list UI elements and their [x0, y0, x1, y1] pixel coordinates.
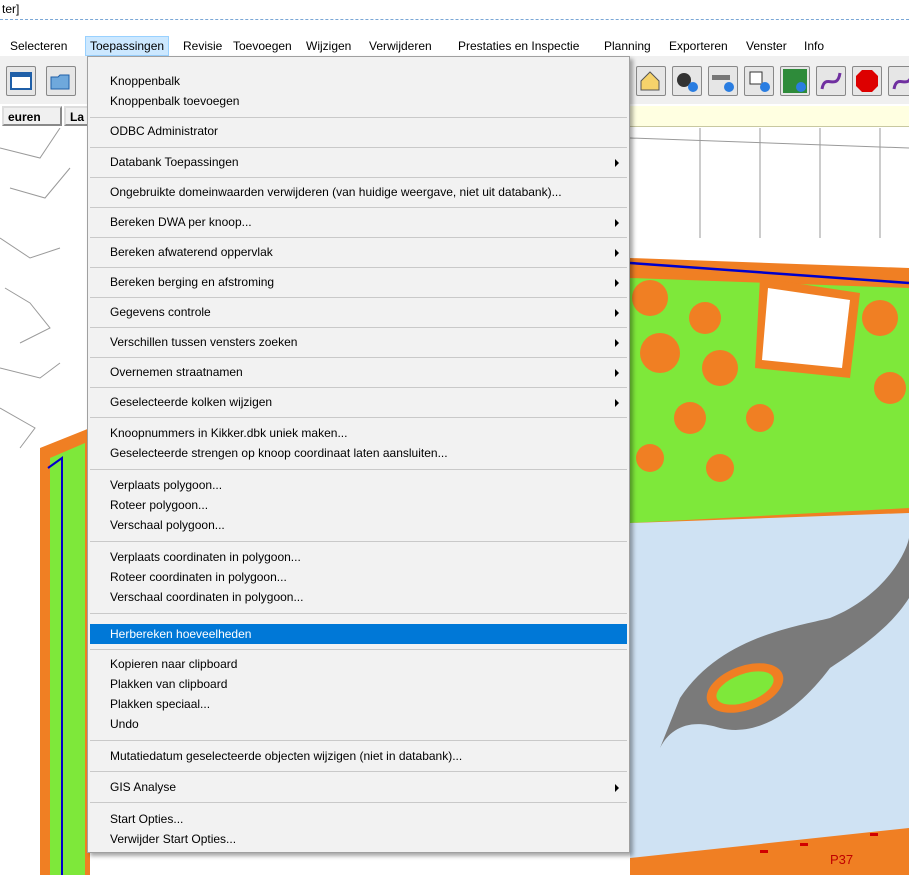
menu-item-verschaal-polygoon[interactable]: Verschaal polygoon... [90, 515, 627, 535]
title-bar: ter] [0, 0, 909, 20]
menu-separator [90, 541, 627, 542]
menu-separator [90, 417, 627, 418]
menu-item-knoppenbalk-toevoegen[interactable]: Knoppenbalk toevoegen [90, 91, 627, 111]
menu-item-knoopnummers-uniek[interactable]: Knoopnummers in Kikker.dbk uniek maken..… [90, 423, 627, 443]
open-folder-icon[interactable] [46, 66, 76, 96]
grid-info-icon[interactable] [744, 66, 774, 96]
submenu-arrow-icon [615, 369, 619, 377]
menu-separator [90, 771, 627, 772]
window-title: ter] [2, 2, 20, 16]
menu-separator [90, 177, 627, 178]
menu-wijzigen[interactable]: Wijzigen [302, 36, 355, 56]
menu-separator [90, 237, 627, 238]
menu-item-undo[interactable]: Undo [90, 714, 627, 734]
submenu-arrow-icon [615, 784, 619, 792]
menu-item-kopieren-clipboard[interactable]: Kopieren naar clipboard [90, 654, 627, 674]
menu-planning[interactable]: Planning [600, 36, 655, 56]
menu-separator [90, 267, 627, 268]
menu-selecteren[interactable]: Selecteren [6, 36, 71, 56]
menu-item-verwijder-start-opties[interactable]: Verwijder Start Opties... [90, 829, 627, 849]
house-info-icon[interactable] [636, 66, 666, 96]
window-icon[interactable] [6, 66, 36, 96]
submenu-arrow-icon [615, 309, 619, 317]
menu-item-verschaal-coordinaten[interactable]: Verschaal coordinaten in polygoon... [90, 587, 627, 607]
menu-item-knoppenbalk[interactable]: Knoppenbalk [90, 71, 627, 91]
menu-item-mutatiedatum[interactable]: Mutatiedatum geselecteerde objecten wijz… [90, 746, 627, 766]
menu-item-gegevens-controle[interactable]: Gegevens controle [90, 302, 627, 322]
menu-item-odbc-administrator[interactable]: ODBC Administrator [90, 121, 627, 141]
submenu-arrow-icon [615, 159, 619, 167]
menu-exporteren[interactable]: Exporteren [665, 36, 732, 56]
menu-item-herbereken-hoeveelheden[interactable]: Herbereken hoeveelheden [90, 624, 627, 644]
trees-info-icon[interactable] [780, 66, 810, 96]
submenu-arrow-icon [615, 219, 619, 227]
menu-revisie[interactable]: Revisie [179, 36, 226, 56]
menu-item-ongebruikte-domeinwaarden[interactable]: Ongebruikte domeinwaarden verwijderen (v… [90, 182, 627, 202]
menu-item-bereken-dwa[interactable]: Bereken DWA per knoop... [90, 212, 627, 232]
menu-bar: Selecteren Toepassingen Revisie Toevoege… [0, 36, 909, 56]
menu-venster[interactable]: Venster [742, 36, 791, 56]
menu-item-overnemen-straatnamen[interactable]: Overnemen straatnamen [90, 362, 627, 382]
menu-separator [90, 740, 627, 741]
curve-line-icon[interactable] [816, 66, 846, 96]
submenu-arrow-icon [615, 339, 619, 347]
tab-left[interactable]: euren [2, 106, 62, 126]
menu-separator [90, 649, 627, 650]
menu-toepassingen[interactable]: Toepassingen [85, 36, 170, 56]
menu-separator [90, 387, 627, 388]
menu-item-roteer-coordinaten[interactable]: Roteer coordinaten in polygoon... [90, 567, 627, 587]
menu-item-bereken-berging[interactable]: Bereken berging en afstroming [90, 272, 627, 292]
menu-separator [90, 147, 627, 148]
menu-item-roteer-polygoon[interactable]: Roteer polygoon... [90, 495, 627, 515]
menu-info[interactable]: Info [800, 36, 828, 56]
menu-toevoegen[interactable]: Toevoegen [229, 36, 296, 56]
menu-separator [90, 327, 627, 328]
network-info-icon[interactable] [672, 66, 702, 96]
menu-item-strengen-aansluiten[interactable]: Geselecteerde strengen op knoop coordina… [90, 443, 627, 463]
menu-separator [90, 357, 627, 358]
curve-line-icon[interactable] [888, 66, 909, 96]
pipe-info-icon[interactable] [708, 66, 738, 96]
info-bar [630, 106, 909, 127]
submenu-arrow-icon [615, 249, 619, 257]
menu-separator [90, 802, 627, 803]
menu-separator [90, 469, 627, 470]
menu-prestaties-inspectie[interactable]: Prestaties en Inspectie [454, 36, 583, 56]
menu-verwijderen[interactable]: Verwijderen [365, 36, 436, 56]
menu-item-verschillen-vensters[interactable]: Verschillen tussen vensters zoeken [90, 332, 627, 352]
menu-item-gis-analyse[interactable]: GIS Analyse [90, 777, 627, 797]
menu-separator [90, 613, 627, 614]
menu-item-start-opties[interactable]: Start Opties... [90, 809, 627, 829]
menu-separator [90, 117, 627, 118]
map-label-p37: P37 [830, 852, 854, 867]
stop-sign-icon[interactable] [852, 66, 882, 96]
menu-item-databank-toepassingen[interactable]: Databank Toepassingen [90, 152, 627, 172]
menu-separator [90, 207, 627, 208]
menu-item-kolken-wijzigen[interactable]: Geselecteerde kolken wijzigen [90, 392, 627, 412]
toepassingen-dropdown: Knoppenbalk Knoppenbalk toevoegen ODBC A… [87, 56, 630, 853]
menu-item-bereken-afwaterend-oppervlak[interactable]: Bereken afwaterend oppervlak [90, 242, 627, 262]
menu-separator [90, 297, 627, 298]
submenu-arrow-icon [615, 279, 619, 287]
menu-item-plakken-speciaal[interactable]: Plakken speciaal... [90, 694, 627, 714]
submenu-arrow-icon [615, 399, 619, 407]
menu-item-plakken-clipboard[interactable]: Plakken van clipboard [90, 674, 627, 694]
menu-item-verplaats-polygoon[interactable]: Verplaats polygoon... [90, 475, 627, 495]
menu-item-verplaats-coordinaten[interactable]: Verplaats coordinaten in polygoon... [90, 547, 627, 567]
